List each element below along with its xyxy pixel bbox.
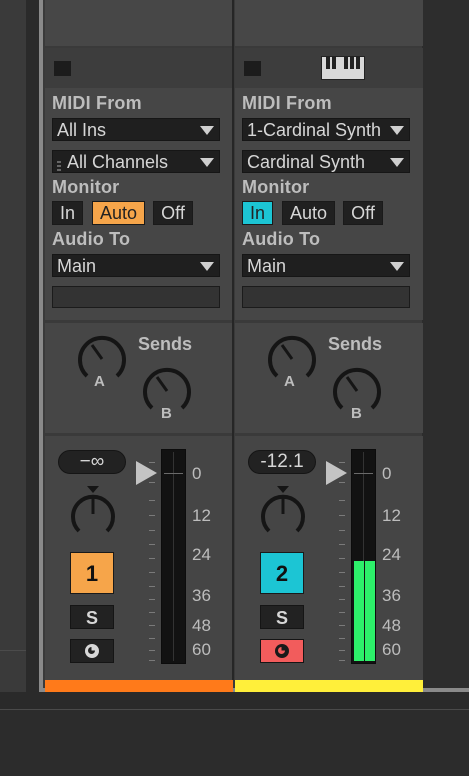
arm-record-icon: [85, 644, 99, 658]
db-label: 60: [382, 640, 401, 659]
midi-channel-value: All Channels: [67, 152, 169, 172]
audio-to-channel-box[interactable]: [242, 286, 410, 308]
clip-slot[interactable]: [45, 0, 233, 46]
midi-from-label: MIDI From: [52, 93, 142, 113]
audio-to-dropdown[interactable]: Main: [52, 254, 220, 277]
clip-stop-row: [235, 48, 423, 88]
dropdown-arrow-icon: [200, 262, 214, 271]
track-color-strip: [235, 680, 423, 692]
send-b-label: B: [351, 405, 362, 422]
audio-to-dropdown[interactable]: Main: [242, 254, 410, 277]
clip-stop-row: [45, 48, 233, 88]
monitor-in-button[interactable]: In: [242, 201, 273, 225]
db-label: 48: [192, 616, 211, 635]
solo-button[interactable]: S: [70, 605, 114, 629]
monitor-off-button[interactable]: Off: [153, 201, 193, 225]
level-meter-right: [365, 561, 375, 661]
monitor-label: Monitor: [242, 177, 310, 197]
track-number-button[interactable]: 2: [260, 552, 304, 594]
level-meter: [351, 449, 376, 664]
volume-display[interactable]: −∞: [58, 450, 126, 474]
audio-to-label: Audio To: [52, 229, 131, 249]
track-separator: [232, 0, 234, 680]
db-label: 36: [192, 586, 211, 605]
db-label: 0: [382, 464, 392, 483]
track-column-2: MIDI From 1-Cardinal Synth Cardinal Synt…: [235, 0, 423, 692]
meter-ticks: [149, 462, 157, 662]
arm-button[interactable]: [70, 639, 114, 663]
piano-icon: [321, 56, 365, 80]
clip-stop-icon[interactable]: [244, 61, 261, 76]
pan-knob-icon[interactable]: [255, 484, 311, 540]
divider: [0, 650, 26, 651]
send-a-label: A: [284, 373, 295, 390]
level-meter-left: [354, 561, 364, 661]
divider: [0, 709, 469, 710]
monitor-auto-button[interactable]: Auto: [282, 201, 335, 225]
monitor-auto-button[interactable]: Auto: [92, 201, 145, 225]
db-label: 0: [192, 464, 202, 483]
dropdown-arrow-icon: [390, 126, 404, 135]
audio-to-label: Audio To: [242, 229, 321, 249]
grip-icon: [57, 161, 61, 172]
clip-stop-icon[interactable]: [54, 61, 71, 76]
pan-knob-icon[interactable]: [65, 484, 121, 540]
monitor-in-button[interactable]: In: [52, 201, 83, 225]
midi-channel-dropdown[interactable]: All Channels: [52, 150, 220, 173]
sends-label: Sends: [328, 334, 383, 354]
right-gutter: [422, 0, 469, 692]
db-label: 12: [192, 506, 211, 525]
clip-slot[interactable]: [235, 0, 423, 46]
db-label: 60: [192, 640, 211, 659]
dropdown-arrow-icon: [200, 126, 214, 135]
monitor-label: Monitor: [52, 177, 120, 197]
midi-channel-value: Cardinal Synth: [247, 152, 366, 172]
midi-channel-dropdown[interactable]: Cardinal Synth: [242, 150, 410, 173]
track-color-strip: [45, 680, 233, 692]
db-label: 48: [382, 616, 401, 635]
midi-from-value: 1-Cardinal Synth: [247, 120, 382, 140]
meter-ticks: [339, 462, 347, 662]
db-label: 24: [192, 545, 211, 564]
db-label: 24: [382, 545, 401, 564]
db-label: 12: [382, 506, 401, 525]
bottom-area: [0, 710, 469, 776]
midi-from-value: All Ins: [57, 120, 107, 140]
track-column-1: MIDI From All Ins All Channels Monitor A…: [45, 0, 233, 692]
audio-to-channel-box[interactable]: [52, 286, 220, 308]
level-meter: [161, 449, 186, 664]
monitor-off-button[interactable]: Off: [343, 201, 383, 225]
send-b-label: B: [161, 405, 172, 422]
midi-from-dropdown[interactable]: All Ins: [52, 118, 220, 141]
sends-label: Sends: [138, 334, 193, 354]
solo-button[interactable]: S: [260, 605, 304, 629]
midi-from-label: MIDI From: [242, 93, 332, 113]
dropdown-arrow-icon: [390, 158, 404, 167]
dropdown-arrow-icon: [200, 158, 214, 167]
send-a-label: A: [94, 373, 105, 390]
left-panel: [0, 0, 26, 692]
arm-record-icon: [275, 644, 289, 658]
midi-from-dropdown[interactable]: 1-Cardinal Synth: [242, 118, 410, 141]
dropdown-arrow-icon: [390, 262, 404, 271]
audio-to-value: Main: [57, 256, 97, 276]
track-number-button[interactable]: 1: [70, 552, 114, 594]
arm-button[interactable]: [260, 639, 304, 663]
audio-to-value: Main: [247, 256, 287, 276]
volume-display[interactable]: -12.1: [248, 450, 316, 474]
db-label: 36: [382, 586, 401, 605]
